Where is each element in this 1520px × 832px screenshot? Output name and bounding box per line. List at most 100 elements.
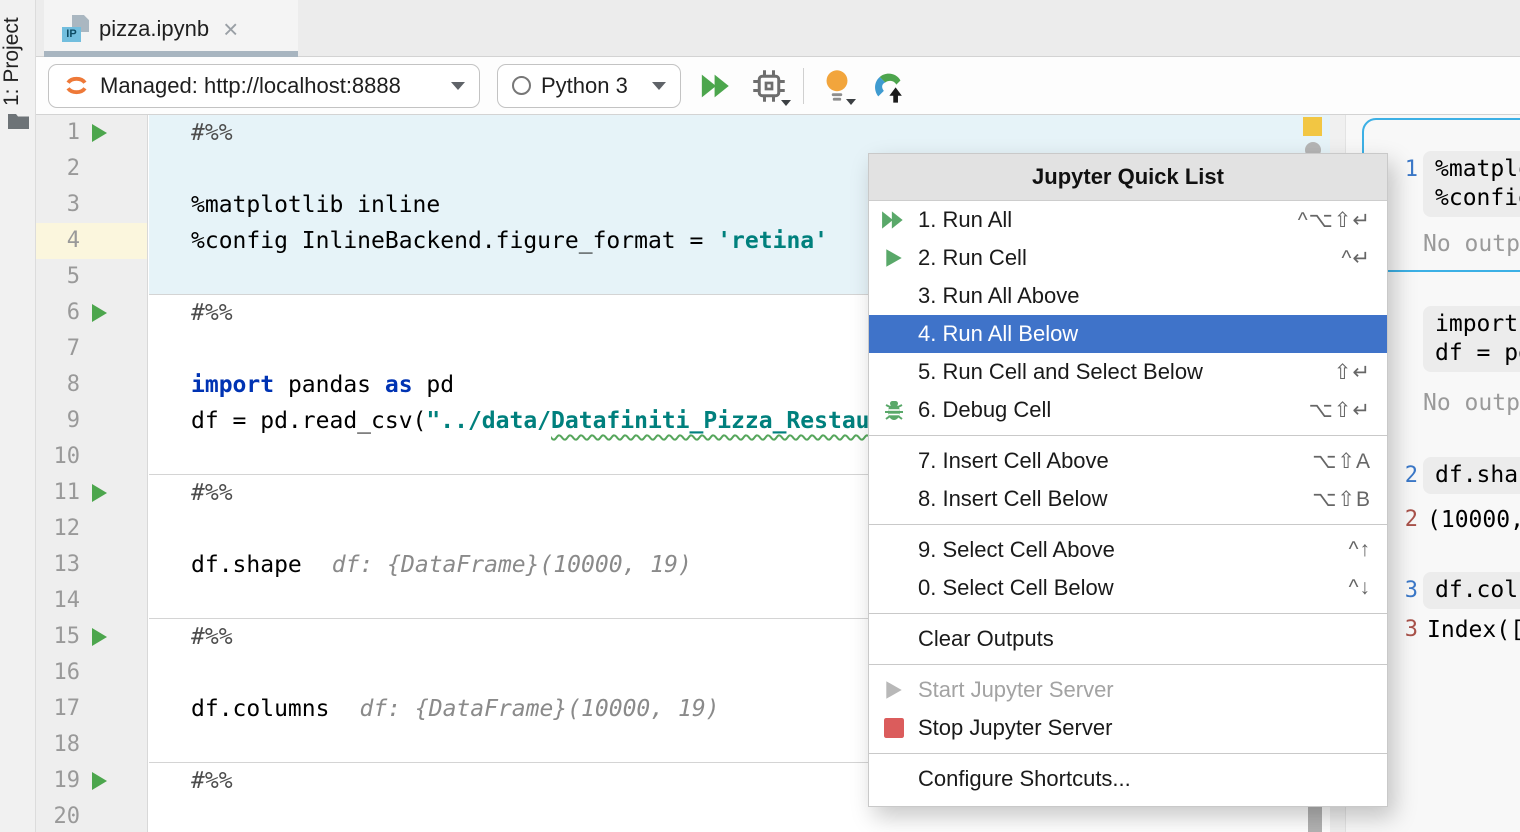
intention-actions-button[interactable] (822, 69, 852, 103)
gutter-line: 6 (36, 295, 147, 331)
gutter-line: 20 (36, 799, 147, 832)
menu-item-stop-jupyter-server[interactable]: Stop Jupyter Server (869, 709, 1387, 747)
gutter-line: 15 (36, 619, 147, 655)
line-number: 2 (36, 151, 80, 187)
gutter-line: 13 (36, 547, 147, 583)
chevron-down-icon (652, 82, 666, 90)
code-line[interactable]: #%% (149, 115, 1330, 151)
run-cell-gutter-icon[interactable] (92, 484, 107, 502)
line-number: 16 (36, 655, 80, 691)
restart-kernel-button[interactable] (751, 68, 787, 104)
line-number: 9 (36, 403, 80, 439)
lightbulb-icon (822, 69, 852, 103)
editor-tab-bar: IP pizza.ipynb × (36, 0, 1520, 57)
run-all-icon (699, 70, 733, 102)
code-text: df.columns (191, 696, 329, 722)
publish-sync-button[interactable] (870, 68, 906, 104)
menu-item-3-run-all-above[interactable]: 3. Run All Above (869, 277, 1387, 315)
preview-code-line: %matplotlib inline (1435, 155, 1520, 184)
menu-item-clear-outputs[interactable]: Clear Outputs (869, 620, 1387, 658)
menu-item-configure-shortcuts[interactable]: Configure Shortcuts... (869, 760, 1387, 798)
menu-separator (869, 429, 1387, 442)
line-number: 6 (36, 295, 80, 331)
menu-item-9-select-cell-above[interactable]: 9. Select Cell Above^↑ (869, 531, 1387, 569)
code-text: as (385, 372, 413, 398)
menu-item-6-debug-cell[interactable]: 6. Debug Cell⌥⇧↵ (869, 391, 1387, 429)
menu-separator (869, 518, 1387, 531)
project-toolwindow-bar[interactable]: 1: Project (0, 0, 36, 832)
menu-item-4-run-all-below[interactable]: 4. Run All Below (869, 315, 1387, 353)
tab-close-icon[interactable]: × (223, 19, 238, 39)
menu-item-label: 2. Run Cell (918, 245, 1342, 271)
kernel-status-icon (512, 76, 531, 95)
no-output-label: No output (1423, 231, 1520, 257)
preview-code-cell[interactable]: %matplotlib inline%config InlineBackend.… (1423, 151, 1520, 217)
menu-item-label: Clear Outputs (918, 626, 1371, 652)
menu-item-start-jupyter-server[interactable]: Start Jupyter Server (869, 671, 1387, 709)
preview-code-line: import pandas as pd (1435, 310, 1520, 339)
preview-code-line: df.shape (1435, 461, 1520, 490)
menu-item-shortcut: ⌥⇧B (1312, 487, 1371, 512)
menu-item-shortcut: ^⌥⇧↵ (1298, 208, 1371, 233)
sync-upload-icon (870, 68, 906, 104)
kernel-selector[interactable]: Python 3 (497, 64, 681, 108)
server-selector[interactable]: Managed: http://localhost:8888 (48, 64, 480, 108)
code-text: pd (413, 372, 455, 398)
inline-type-hint: df: {DataFrame}(10000, 19) (332, 552, 692, 578)
code-text: %config InlineBackend.figure_format = (191, 228, 717, 254)
menu-item-label: 6. Debug Cell (918, 397, 1309, 423)
input-prompt-number: 1 (1384, 157, 1418, 182)
code-text: #%% (191, 480, 233, 506)
chevron-down-icon (781, 100, 791, 106)
menu-item-label: Start Jupyter Server (918, 677, 1371, 703)
popup-title: Jupyter Quick List (869, 154, 1387, 201)
menu-icon-slot (879, 626, 909, 652)
code-text: #%% (191, 768, 233, 794)
project-toolwindow-label[interactable]: 1: Project (0, 12, 36, 112)
code-text: 'retina' (717, 228, 828, 254)
run-all-button[interactable] (699, 70, 733, 102)
code-text: df = pd.read_csv( (191, 408, 426, 434)
code-text: #%% (191, 624, 233, 650)
run-cell-gutter-icon[interactable] (92, 772, 107, 790)
gutter-line: 8 (36, 367, 147, 403)
preview-code-cell[interactable]: import pandas as pddf = pd.read_csv("../… (1423, 306, 1520, 372)
run-cell-gutter-icon[interactable] (92, 628, 107, 646)
gutter-line: 9 (36, 403, 147, 439)
menu-item-1-run-all[interactable]: 1. Run All^⌥⇧↵ (869, 201, 1387, 239)
menu-item-7-insert-cell-above[interactable]: 7. Insert Cell Above⌥⇧A (869, 442, 1387, 480)
code-text: Datafiniti_Pizza_Restaura (551, 408, 897, 434)
preview-output-text: (10000, 19) (1423, 507, 1520, 533)
menu-item-0-select-cell-below[interactable]: 0. Select Cell Below^↓ (869, 569, 1387, 607)
input-prompt-number: 3 (1384, 578, 1418, 603)
gutter-line: 19 (36, 763, 147, 799)
gutter-line: 4 (36, 223, 147, 259)
input-prompt-number: 2 (1384, 463, 1418, 488)
preview-code-line: df = pd.read_csv("../data/Datafi (1435, 339, 1520, 368)
preview-output-text: Index([ (1423, 617, 1520, 643)
jupyter-logo-icon (63, 72, 90, 99)
jupyter-notebook-file-icon: IP (62, 15, 89, 42)
code-text: "../data/ (426, 408, 551, 434)
preview-code-cell[interactable]: df.shape (1423, 457, 1520, 494)
gutter-line: 1 (36, 115, 147, 151)
menu-item-2-run-cell[interactable]: 2. Run Cell^↵ (869, 239, 1387, 277)
gutter-line: 11 (36, 475, 147, 511)
menu-separator (869, 747, 1387, 760)
menu-item-8-insert-cell-below[interactable]: 8. Insert Cell Below⌥⇧B (869, 480, 1387, 518)
gutter-line: 14 (36, 583, 147, 619)
gutter-line: 7 (36, 331, 147, 367)
menu-item-label: 9. Select Cell Above (918, 537, 1349, 563)
kernel-selector-label: Python 3 (541, 73, 642, 99)
gutter-line: 17 (36, 691, 147, 727)
tab-pizza-ipynb[interactable]: IP pizza.ipynb × (44, 0, 298, 57)
run-cell-gutter-icon[interactable] (92, 304, 107, 322)
jupyter-toolbar: Managed: http://localhost:8888 Python 3 (36, 57, 1520, 115)
preview-code-cell[interactable]: df.columns (1423, 572, 1520, 609)
menu-item-5-run-cell-and-select-below[interactable]: 5. Run Cell and Select Below⇧↵ (869, 353, 1387, 391)
run-cell-gutter-icon[interactable] (92, 124, 107, 142)
menu-separator (869, 658, 1387, 671)
inspection-marker[interactable] (1303, 117, 1322, 136)
toolbar-separator (803, 68, 804, 104)
line-number: 8 (36, 367, 80, 403)
